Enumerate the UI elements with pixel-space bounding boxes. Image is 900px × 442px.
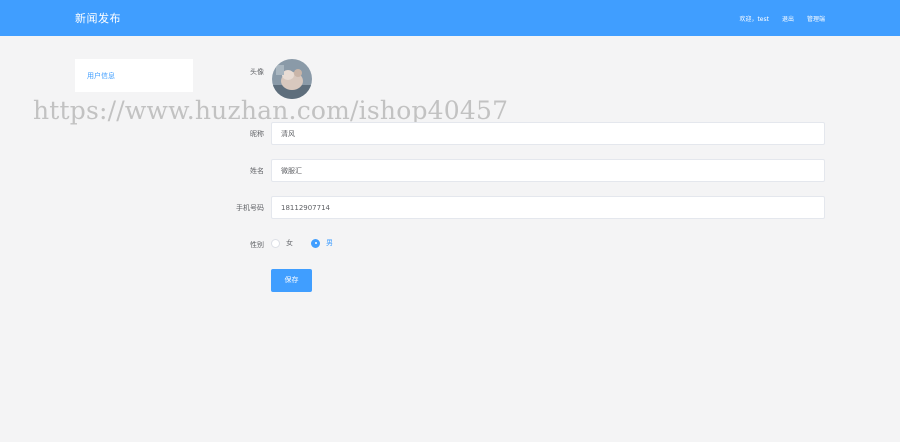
radio-label: 男 [326,239,333,247]
name-input[interactable] [271,159,825,182]
admin-link[interactable]: 管理端 [807,14,825,23]
gender-radio-male[interactable]: 男 [311,238,333,248]
phone-label: 手机号码 [236,204,264,212]
name-label: 姓名 [250,167,264,175]
header-nav: 欢迎，test 退出 管理端 [739,14,825,23]
save-button[interactable]: 保存 [271,269,312,292]
nickname-input[interactable] [271,122,825,145]
watermark-text: https://www.huzhan.com/ishop40457 [33,96,509,125]
gender-radio-female[interactable]: 女 [271,238,293,248]
radio-circle-icon [271,238,280,248]
phone-input[interactable] [271,196,825,219]
nickname-label: 昵称 [250,130,264,138]
radio-checked-icon [311,238,320,248]
brand-title: 新闻发布 [75,12,121,25]
avatar[interactable] [272,59,312,99]
sidebar-item-user-info[interactable]: 用户信息 [87,71,115,81]
avatar-label: 头像 [250,68,264,76]
welcome-user-link[interactable]: 欢迎，test [739,14,769,23]
logout-link[interactable]: 退出 [782,14,794,23]
gender-label: 性别 [250,241,264,249]
radio-label: 女 [286,239,293,247]
top-header: 新闻发布 欢迎，test 退出 管理端 [0,0,900,36]
sidebar: 用户信息 [75,59,193,92]
